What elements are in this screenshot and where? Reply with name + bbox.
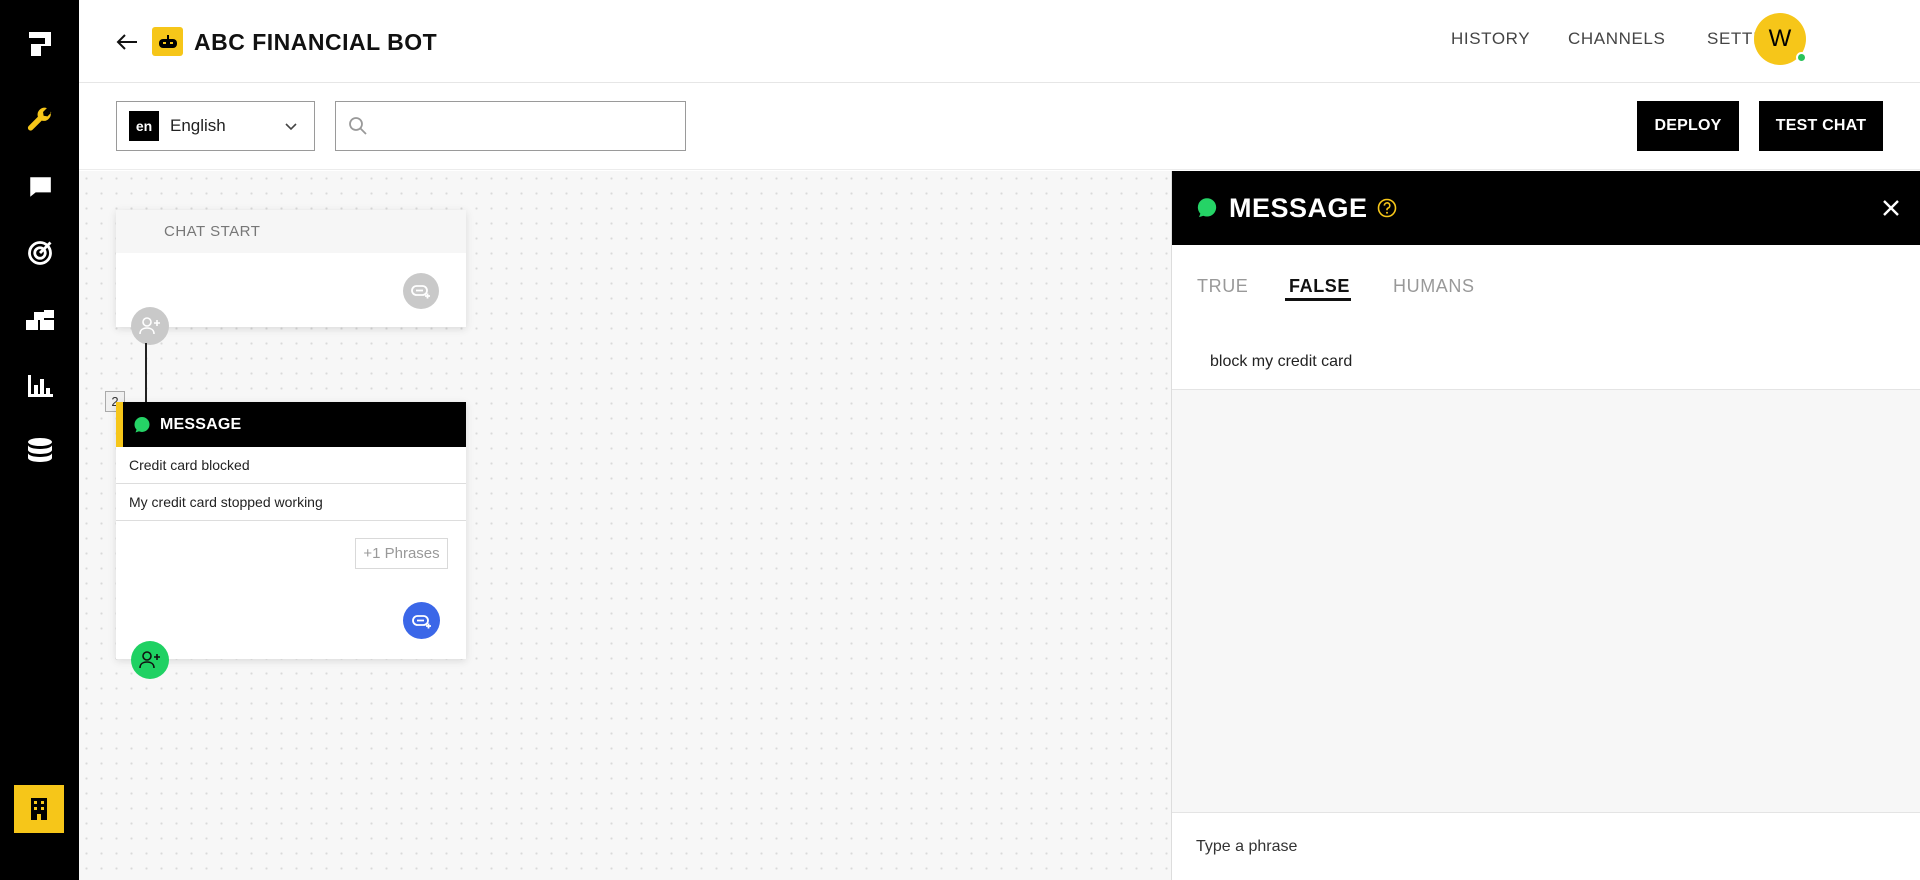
chat-start-node[interactable]: CHAT START <box>116 210 466 327</box>
flow-canvas[interactable]: CHAT START 2 MESSAGE Credit card blocked… <box>79 171 1171 880</box>
chevron-down-icon <box>285 123 297 131</box>
help-icon[interactable] <box>1377 198 1397 218</box>
tab-true[interactable]: TRUE <box>1197 273 1248 299</box>
active-tab-underline <box>1285 298 1351 301</box>
phrase-item: Credit card blocked <box>116 447 466 484</box>
connect-branch-button[interactable] <box>403 273 439 309</box>
online-status-indicator <box>1796 52 1807 63</box>
app-logo-icon[interactable] <box>0 24 79 64</box>
tab-humans[interactable]: HUMANS <box>1393 273 1475 299</box>
phrase-input-row <box>1172 812 1920 880</box>
blocks-icon[interactable] <box>0 300 79 340</box>
node-connector <box>145 343 147 404</box>
panel-tabs <box>1172 245 1920 335</box>
whatsapp-icon <box>134 416 150 432</box>
wrench-icon[interactable] <box>0 100 79 140</box>
organization-button[interactable] <box>14 785 64 833</box>
toolbar: en English DEPLOY TEST CHAT <box>79 84 1920 170</box>
link-branch-icon <box>411 285 430 299</box>
search-icon <box>349 117 367 135</box>
nav-history[interactable]: HISTORY <box>1451 26 1530 52</box>
user-plus-icon <box>139 317 160 335</box>
tab-false[interactable]: FALSE <box>1289 273 1350 299</box>
language-code-badge: en <box>129 111 159 141</box>
phrase-list-item[interactable]: block my credit card <box>1172 334 1920 390</box>
phrase-input[interactable] <box>1172 813 1920 880</box>
analytics-icon[interactable] <box>0 366 79 406</box>
panel-title: MESSAGE <box>1229 193 1368 223</box>
search-box <box>335 101 686 151</box>
deploy-button[interactable]: DEPLOY <box>1637 101 1739 151</box>
database-icon[interactable] <box>0 432 79 472</box>
message-node[interactable]: MESSAGE Credit card blocked My credit ca… <box>116 402 466 659</box>
message-node-title: MESSAGE <box>160 415 242 433</box>
app-header: ABC FINANCIAL BOT HISTORY CHANNELS SETTI… <box>79 0 1920 83</box>
bot-logo-icon <box>152 27 183 56</box>
close-icon[interactable] <box>1881 198 1901 218</box>
target-icon[interactable] <box>0 233 79 273</box>
message-node-header: MESSAGE <box>116 402 466 447</box>
chat-bubble-icon[interactable] <box>0 167 79 207</box>
search-input[interactable] <box>376 102 676 150</box>
left-rail <box>0 0 79 880</box>
back-button[interactable] <box>113 28 141 56</box>
whatsapp-icon <box>1197 198 1217 218</box>
more-phrases-button[interactable]: +1 Phrases <box>355 538 448 569</box>
panel-header: MESSAGE <box>1172 171 1920 245</box>
language-select[interactable]: en English <box>116 101 315 151</box>
add-user-button-start[interactable] <box>131 307 169 345</box>
connect-branch-button-message[interactable] <box>403 602 440 639</box>
language-name: English <box>170 116 226 135</box>
bot-title: ABC FINANCIAL BOT <box>194 29 438 55</box>
message-edit-panel: MESSAGE TRUE FALSE HUMANS block my credi… <box>1171 171 1920 880</box>
link-branch-icon <box>411 614 431 628</box>
add-user-button-message[interactable] <box>131 641 169 679</box>
arrow-left-icon <box>116 34 137 50</box>
user-plus-icon <box>139 651 160 669</box>
test-chat-button[interactable]: TEST CHAT <box>1759 101 1883 151</box>
phrase-item: My credit card stopped working <box>116 484 466 521</box>
chat-start-title: CHAT START <box>116 210 466 253</box>
nav-channels[interactable]: CHANNELS <box>1568 26 1665 52</box>
building-icon <box>31 798 47 820</box>
selected-accent <box>116 402 123 447</box>
